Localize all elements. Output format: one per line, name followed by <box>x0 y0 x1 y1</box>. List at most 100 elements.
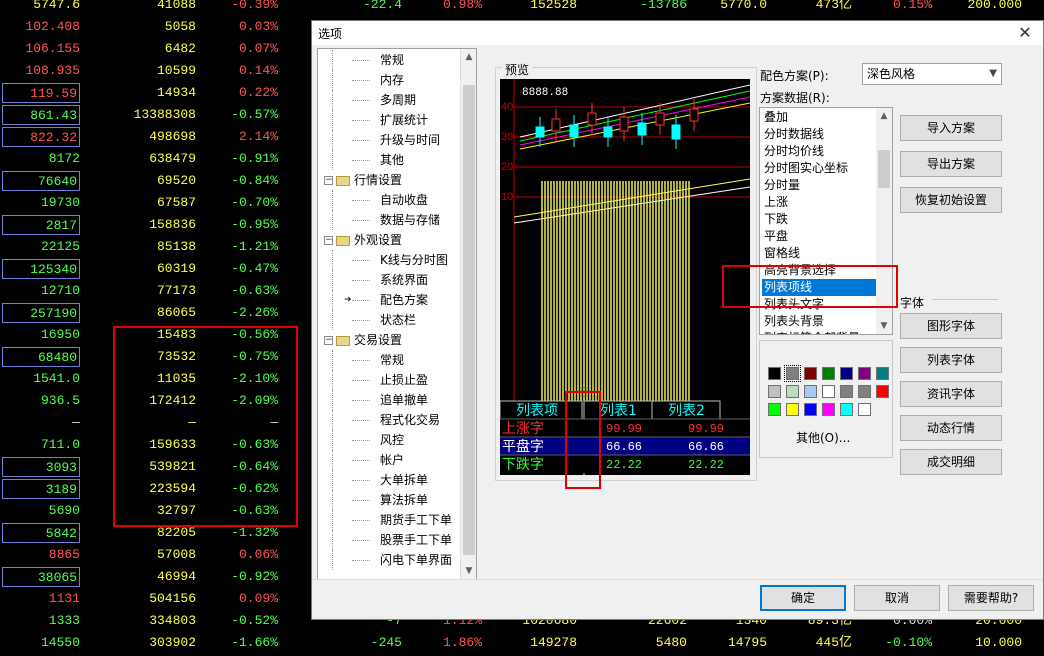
color-swatch[interactable] <box>822 385 835 398</box>
tree-item[interactable]: 期货手工下单 <box>332 510 452 530</box>
font-section-label: 字体 <box>900 296 925 310</box>
color-swatch[interactable] <box>822 403 835 416</box>
scheme-data-item[interactable]: 列表头背景 <box>762 313 876 330</box>
tree-item[interactable]: 多周期 <box>332 90 416 110</box>
tree-item[interactable]: − 外观设置 <box>324 230 402 250</box>
tree-item[interactable]: 风控 <box>332 430 404 450</box>
tree-guide <box>332 430 333 450</box>
tree-item[interactable]: 系统界面 <box>332 270 428 290</box>
dynamic-quote-button[interactable]: 动态行情 <box>900 415 1002 441</box>
tree-item-label: 追单撤单 <box>380 393 429 407</box>
color-swatch[interactable] <box>840 403 853 416</box>
tree-item[interactable]: 闪电下单界面 <box>332 550 452 570</box>
tree-item[interactable]: 状态栏 <box>332 310 416 330</box>
list-font-button[interactable]: 列表字体 <box>900 347 1002 373</box>
tree-item[interactable]: K线与分时图 <box>332 250 448 270</box>
tree-item[interactable]: 升级与时间 <box>332 130 440 150</box>
color-swatch[interactable] <box>876 367 889 380</box>
folder-icon <box>336 335 350 346</box>
tree-item[interactable]: 常规 <box>332 350 404 370</box>
tree-item[interactable]: 程式化交易 <box>332 410 440 430</box>
scheme-data-item[interactable]: 窗格线 <box>762 245 876 262</box>
quote-price: 5747.6 <box>33 0 80 12</box>
tree-item[interactable]: 自动收盘 <box>332 190 428 210</box>
tree-item[interactable]: − 交易设置 <box>324 330 402 350</box>
color-swatch[interactable] <box>768 367 781 380</box>
tree-item[interactable]: 止损止盈 <box>332 370 428 390</box>
scheme-data-item[interactable]: 平盘 <box>762 228 876 245</box>
scheme-select[interactable]: 深色风格 ▼ <box>862 63 1002 85</box>
other-colors-button[interactable]: 其他(O)... <box>796 429 850 446</box>
tree-item[interactable]: 数据与存储 <box>332 210 440 230</box>
tree-item[interactable]: 帐户 <box>332 450 404 470</box>
scheme-data-item[interactable]: 上涨 <box>762 194 876 211</box>
color-swatch[interactable] <box>786 403 799 416</box>
preview-chart: 40 30 20 10 8888.88 列表项 列表1 列表2 上涨字 99.99 99.99 平盘字… <box>500 79 750 475</box>
ok-button[interactable]: 确定 <box>760 585 846 611</box>
help-button[interactable]: 需要帮助? <box>948 585 1034 611</box>
restore-defaults-button[interactable]: 恢复初始设置 <box>900 187 1002 213</box>
tree-item[interactable]: 内存 <box>332 70 404 90</box>
color-swatch[interactable] <box>768 403 781 416</box>
close-icon[interactable]: ✕ <box>1015 23 1035 43</box>
quote-price: 106.155 <box>25 41 80 56</box>
scroll-up-icon[interactable]: ▲ <box>461 49 476 65</box>
collapse-icon[interactable]: − <box>324 236 333 245</box>
color-swatch[interactable] <box>858 367 871 380</box>
cancel-button[interactable]: 取消 <box>854 585 940 611</box>
quote-price: 16950 <box>40 327 80 342</box>
preview-candle <box>655 112 665 126</box>
tree-item[interactable]: 追单撤单 <box>332 390 429 410</box>
trade-detail-button[interactable]: 成交明细 <box>900 449 1002 475</box>
color-swatch[interactable] <box>840 385 853 398</box>
color-swatch[interactable] <box>804 367 817 380</box>
scheme-data-item[interactable]: 下跌 <box>762 211 876 228</box>
tree-item[interactable]: 扩展统计 <box>332 110 428 130</box>
tree-item[interactable]: 常规 <box>332 50 404 70</box>
graph-font-button[interactable]: 图形字体 <box>900 313 1002 339</box>
scheme-select-value: 深色风格 <box>867 67 916 81</box>
scheme-data-item[interactable]: 分时均价线 <box>762 143 876 160</box>
export-scheme-button[interactable]: 导出方案 <box>900 151 1002 177</box>
color-swatch[interactable] <box>784 365 801 382</box>
tree-item[interactable]: 算法拆单 <box>332 490 428 510</box>
scroll-down-icon[interactable]: ▼ <box>876 318 892 334</box>
collapse-icon[interactable]: − <box>324 336 333 345</box>
collapse-icon[interactable]: − <box>324 176 333 185</box>
color-swatch[interactable] <box>858 385 871 398</box>
scroll-down-icon[interactable]: ▼ <box>461 563 476 579</box>
scheme-data-item[interactable]: 列表标签全部背景 <box>762 330 876 334</box>
color-swatch[interactable] <box>804 403 817 416</box>
scheme-data-item[interactable]: 分时量 <box>762 177 876 194</box>
tree-item[interactable]: − 行情设置 <box>324 170 402 190</box>
scheme-data-item[interactable]: 叠加 <box>762 109 876 126</box>
tree-scroll-thumb[interactable] <box>463 85 475 555</box>
quote-price: 8172 <box>48 151 80 166</box>
tree-guide <box>332 290 333 310</box>
tree-item[interactable]: 股票手工下单 <box>332 530 452 550</box>
tree-item-label: 其他 <box>380 153 405 167</box>
import-scheme-button[interactable]: 导入方案 <box>900 115 1002 141</box>
tree-guide <box>332 370 333 390</box>
tree-item[interactable]: 其他 <box>332 150 405 170</box>
quote-row: 14550 303902 -1.66% -245 1.86% 149278 5480 1479… <box>0 633 1044 655</box>
color-swatch[interactable] <box>840 367 853 380</box>
quote-change: -1.21% <box>231 239 278 254</box>
preview-table-label: 上涨字 <box>502 421 544 437</box>
scheme-data-item[interactable]: 分时图实心坐标 <box>762 160 876 177</box>
color-swatch[interactable] <box>858 403 871 416</box>
list-scroll-thumb[interactable] <box>878 150 890 188</box>
color-swatch[interactable] <box>822 367 835 380</box>
scheme-data-item[interactable]: 分时数据线 <box>762 126 876 143</box>
quote-volume: 158836 <box>149 217 196 232</box>
news-font-button[interactable]: 资讯字体 <box>900 381 1002 407</box>
tree-item[interactable]: ➜ 配色方案 <box>332 290 428 310</box>
tree-scrollbar[interactable]: ▲ ▼ <box>460 49 476 579</box>
color-swatch[interactable] <box>804 385 817 398</box>
color-swatch[interactable] <box>876 385 889 398</box>
color-swatch[interactable] <box>786 385 799 398</box>
scroll-up-icon[interactable]: ▲ <box>876 108 892 124</box>
color-swatch[interactable] <box>768 385 781 398</box>
preview-axis-tick: 30 <box>501 131 513 143</box>
tree-item[interactable]: 大单拆单 <box>332 470 428 490</box>
